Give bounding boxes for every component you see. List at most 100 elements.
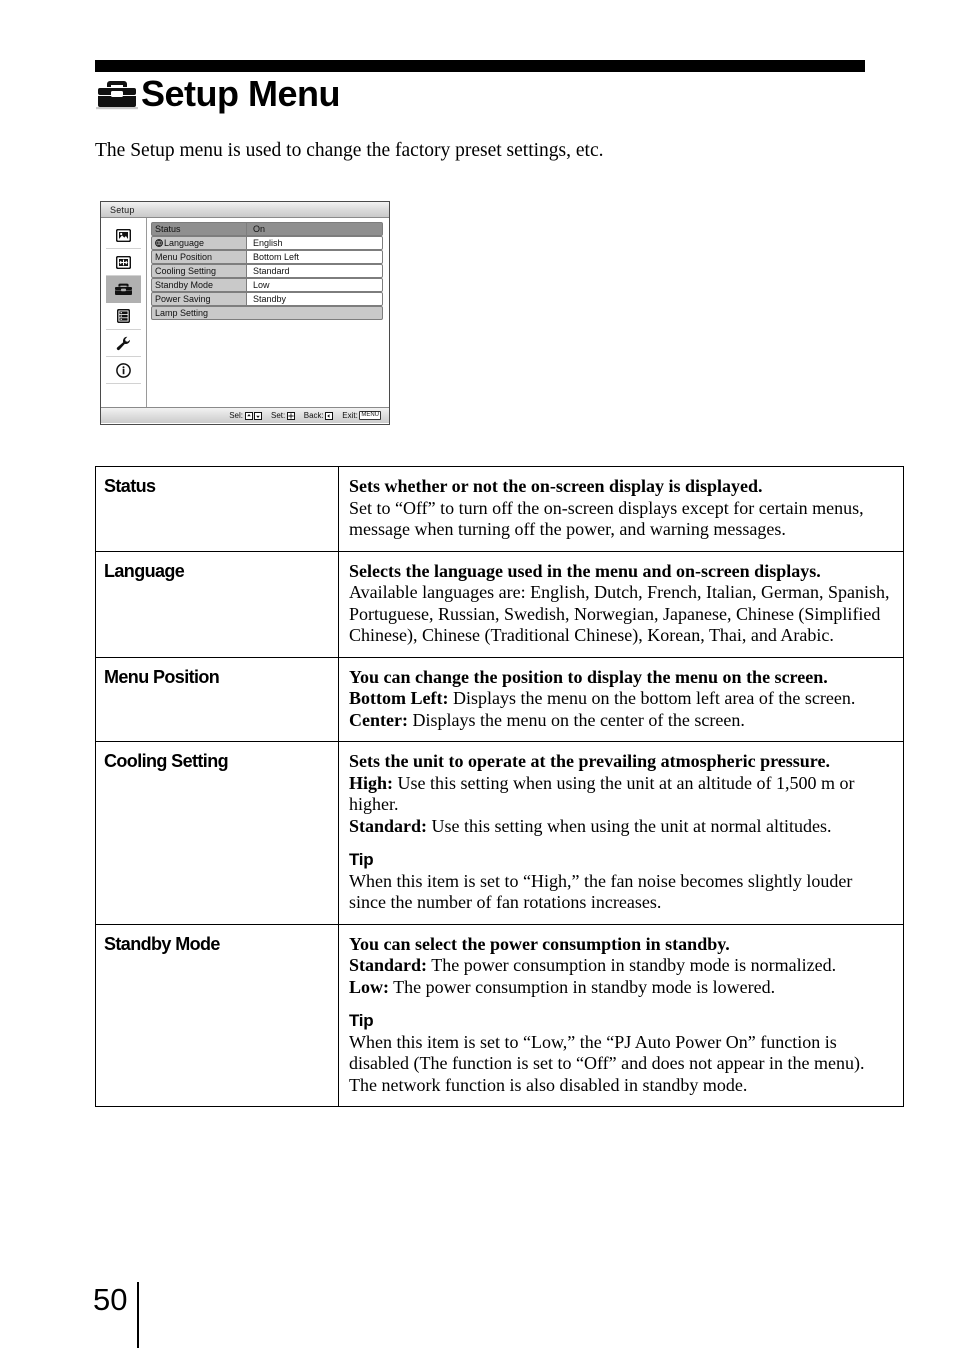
header-rule <box>95 60 865 72</box>
hint-select-label: Sel: <box>229 411 244 420</box>
sidebar-item-installation[interactable] <box>106 330 141 357</box>
osd-row-lamp-setting[interactable]: Lamp Setting <box>151 306 383 320</box>
screen-grid-icon <box>116 255 131 269</box>
function-list-icon <box>117 309 130 323</box>
description-body: Available languages are: English, Dutch,… <box>349 582 890 645</box>
description-body: Set to “Off” to turn off the on-screen d… <box>349 497 864 540</box>
menu-key-icon: MENU <box>359 411 381 420</box>
description-heading: Selects the language used in the menu an… <box>349 560 821 581</box>
hint-back-label: Back: <box>303 411 324 420</box>
setting-name: Menu Position <box>95 656 339 742</box>
sidebar-item-function[interactable] <box>106 303 141 330</box>
option-term: Standard: <box>349 955 428 975</box>
settings-table: Status Sets whether or not the on-screen… <box>95 466 904 1107</box>
setting-description: You can select the power consumption in … <box>338 923 904 1107</box>
osd-row-value: Low <box>246 279 382 291</box>
osd-row-menu-position[interactable]: Menu Position Bottom Left <box>151 250 383 264</box>
hint-exit: Exit: MENU <box>342 411 381 420</box>
osd-row-label: Status <box>155 223 181 234</box>
sidebar-item-screen[interactable] <box>106 249 141 276</box>
toolbox-icon <box>95 74 139 114</box>
description-option: Standard: Use this setting when using th… <box>349 816 893 838</box>
page-number: 50 <box>93 1282 128 1317</box>
toolbox-icon <box>114 282 133 296</box>
hint-select: Sel: <box>229 411 263 420</box>
arrow-down-key-icon <box>254 411 263 420</box>
osd-row-label: Cooling Setting <box>155 265 217 276</box>
intro-paragraph: The Setup menu is used to change the fac… <box>95 140 604 161</box>
arrow-up-key-icon <box>244 411 253 420</box>
osd-row-value: Standby <box>246 293 382 305</box>
page-title-label: Setup Menu <box>141 73 341 114</box>
tip-heading: Tip <box>349 850 374 869</box>
osd-item-list: Status On Language English Menu Position… <box>147 218 389 407</box>
enter-key-icon <box>286 411 295 420</box>
osd-titlebar: Setup <box>101 202 389 218</box>
page-title: Setup Menu <box>95 73 341 114</box>
setting-name: Standby Mode <box>95 923 339 1107</box>
description-option: Bottom Left: Displays the menu on the bo… <box>349 688 893 710</box>
description-heading: Sets whether or not the on-screen displa… <box>349 476 763 496</box>
option-term: High: <box>349 772 394 793</box>
option-text: Displays the menu on the center of the s… <box>407 709 745 730</box>
sidebar-item-picture[interactable] <box>106 222 141 249</box>
table-row: Status Sets whether or not the on-screen… <box>95 466 904 552</box>
table-row: Menu Position You can change the positio… <box>95 656 904 742</box>
setting-description: Sets whether or not the on-screen displa… <box>338 466 904 552</box>
table-row: Cooling Setting Sets the unit to operate… <box>95 741 904 925</box>
tip-body: When this item is set to “Low,” the “PJ … <box>349 1031 865 1095</box>
tip-body: When this item is set to “High,” the fan… <box>349 870 853 913</box>
hint-set-label: Set: <box>271 411 286 420</box>
option-text: Use this setting when using the unit at … <box>427 815 832 836</box>
option-text: The power consumption in standby mode is… <box>389 976 776 997</box>
option-text: Displays the menu on the bottom left are… <box>448 688 856 708</box>
option-text: Use this setting when using the unit at … <box>349 772 855 815</box>
description-option: Center: Displays the menu on the center … <box>349 710 893 732</box>
osd-row-language[interactable]: Language English <box>151 236 383 250</box>
option-term: Bottom Left: <box>349 688 449 708</box>
sidebar-item-setup[interactable] <box>106 276 141 303</box>
osd-row-label: Lamp Setting <box>155 307 209 318</box>
osd-row-label: Power Saving <box>155 293 211 304</box>
tip-heading: Tip <box>349 1011 374 1030</box>
sidebar-item-information[interactable] <box>106 357 141 384</box>
wrench-icon <box>116 336 132 351</box>
setting-name: Cooling Setting <box>95 741 339 925</box>
osd-row-standby-mode[interactable]: Standby Mode Low <box>151 278 383 292</box>
osd-row-power-saving[interactable]: Power Saving Standby <box>151 292 383 306</box>
globe-icon <box>155 238 163 247</box>
osd-row-value: English <box>246 237 382 249</box>
page-number-rule <box>137 1282 139 1348</box>
table-row: Standby Mode You can select the power co… <box>95 923 904 1107</box>
arrow-left-key-icon <box>325 411 334 420</box>
osd-sidebar <box>101 218 147 407</box>
description-option: Standard: The power consumption in stand… <box>349 955 893 977</box>
setting-description: Selects the language used in the menu an… <box>338 550 904 658</box>
osd-row-label: Standby Mode <box>155 279 214 290</box>
setting-description: Sets the unit to operate at the prevaili… <box>338 741 904 925</box>
picture-icon <box>116 228 131 242</box>
osd-title-label: Setup <box>110 204 135 215</box>
table-row: Language Selects the language used in th… <box>95 550 904 658</box>
description-heading: You can change the position to display t… <box>349 666 828 687</box>
osd-row-label: Menu Position <box>155 251 213 262</box>
hint-exit-label: Exit: <box>342 411 358 420</box>
osd-row-label-wrap: Language <box>152 238 246 248</box>
description-option: Low: The power consumption in standby mo… <box>349 977 893 999</box>
osd-footer-hints: Sel: Set: Back: Exit: MENU <box>101 407 389 423</box>
osd-row-cooling-setting[interactable]: Cooling Setting Standard <box>151 264 383 278</box>
hint-set: Set: <box>271 411 295 420</box>
description-heading: You can select the power consumption in … <box>349 933 730 954</box>
description-heading: Sets the unit to operate at the prevaili… <box>349 751 830 771</box>
osd-body: Status On Language English Menu Position… <box>101 218 389 407</box>
setting-name: Status <box>95 466 339 552</box>
option-term: Standard: <box>349 815 428 836</box>
option-term: Center: <box>349 709 408 730</box>
osd-menu-figure: Setup Status On Language English Menu Po… <box>100 201 390 425</box>
osd-row-value: Bottom Left <box>246 251 382 263</box>
osd-row-status[interactable]: Status On <box>151 222 383 236</box>
osd-row-label: Language <box>164 237 205 248</box>
information-icon <box>116 362 131 378</box>
osd-row-value: On <box>246 223 382 235</box>
hint-back: Back: <box>304 411 334 420</box>
